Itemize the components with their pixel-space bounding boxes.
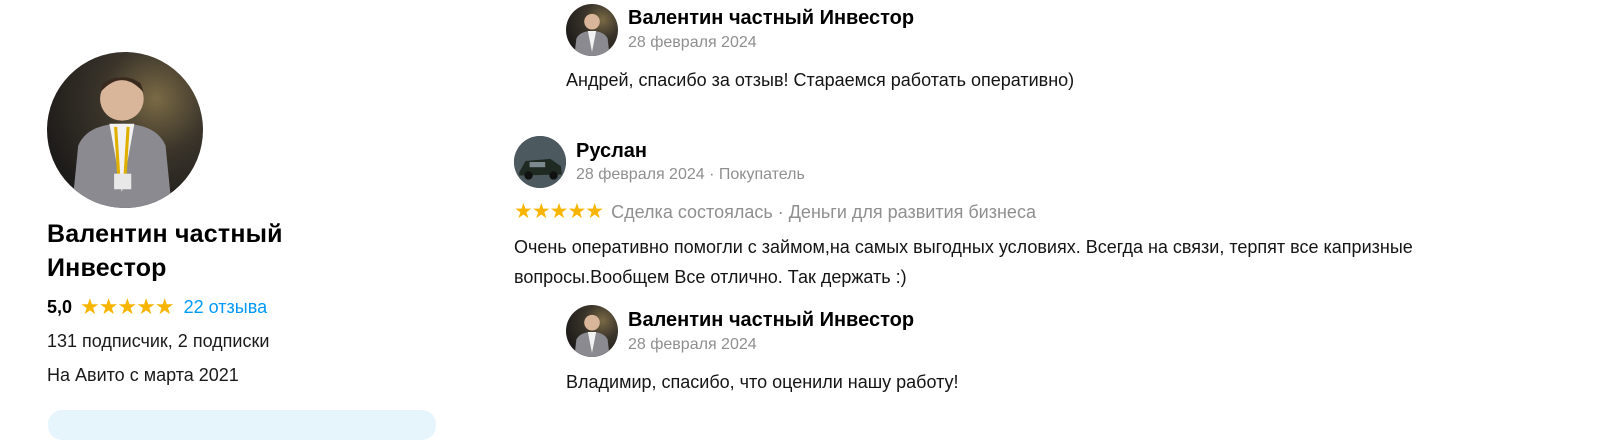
reviewer-name[interactable]: Руслан xyxy=(576,140,647,163)
reply-date: 28 февраля 2024 xyxy=(628,336,757,353)
seller-rating-row: 5,0 ★★★★★ 22 отзыва xyxy=(47,296,267,318)
seller-name-line1: Валентин частный xyxy=(47,220,283,248)
on-avito-since: На Авито с марта 2021 xyxy=(47,365,239,385)
seller-name-line2: Инвестор xyxy=(47,254,167,282)
seller-photo-icon xyxy=(71,76,172,208)
review-text-line1: Очень оперативно помогли с займом,на сам… xyxy=(514,237,1413,257)
reviewer-avatar[interactable] xyxy=(514,136,566,188)
review-text-line2: вопросы.Вообщем Все отлично. Так держать… xyxy=(514,267,907,287)
review-deal-row: ★★★★★ Сделка состоялась · Деньги для раз… xyxy=(514,201,1036,223)
reply-photo-icon xyxy=(574,314,610,357)
reply-avatar xyxy=(566,305,618,357)
reply-author[interactable]: Валентин частный Инвестор xyxy=(628,309,914,332)
reply-photo-icon xyxy=(574,13,610,56)
reply-author[interactable]: Валентин частный Инвестор xyxy=(628,7,914,30)
rating-value: 5,0 xyxy=(47,296,73,317)
reply-text: Андрей, спасибо за отзыв! Стараемся рабо… xyxy=(566,70,1075,90)
reviews-count-link[interactable]: 22 отзыва xyxy=(184,297,267,318)
car-photo-icon xyxy=(514,136,566,188)
review-text: Очень оперативно помогли с займом,на сам… xyxy=(514,232,1574,292)
reply-date: 28 февраля 2024 xyxy=(628,34,757,51)
review-deal-info: Сделка состоялась · Деньги для развития … xyxy=(611,201,1036,222)
seller-action-banner[interactable] xyxy=(48,410,436,440)
seller-name[interactable]: Валентин частный Инвестор xyxy=(47,217,337,285)
review-date: 28 февраля 2024 · Покупатель xyxy=(576,166,805,183)
reply-avatar xyxy=(566,4,618,56)
rating-stars-icon: ★★★★★ xyxy=(80,294,175,319)
followers-info[interactable]: 131 подписчик, 2 подписки xyxy=(47,331,269,352)
seller-avatar[interactable] xyxy=(47,52,203,208)
review-stars-icon: ★★★★★ xyxy=(514,200,604,223)
reply-text: Владимир, спасибо, что оценили нашу рабо… xyxy=(566,372,959,392)
